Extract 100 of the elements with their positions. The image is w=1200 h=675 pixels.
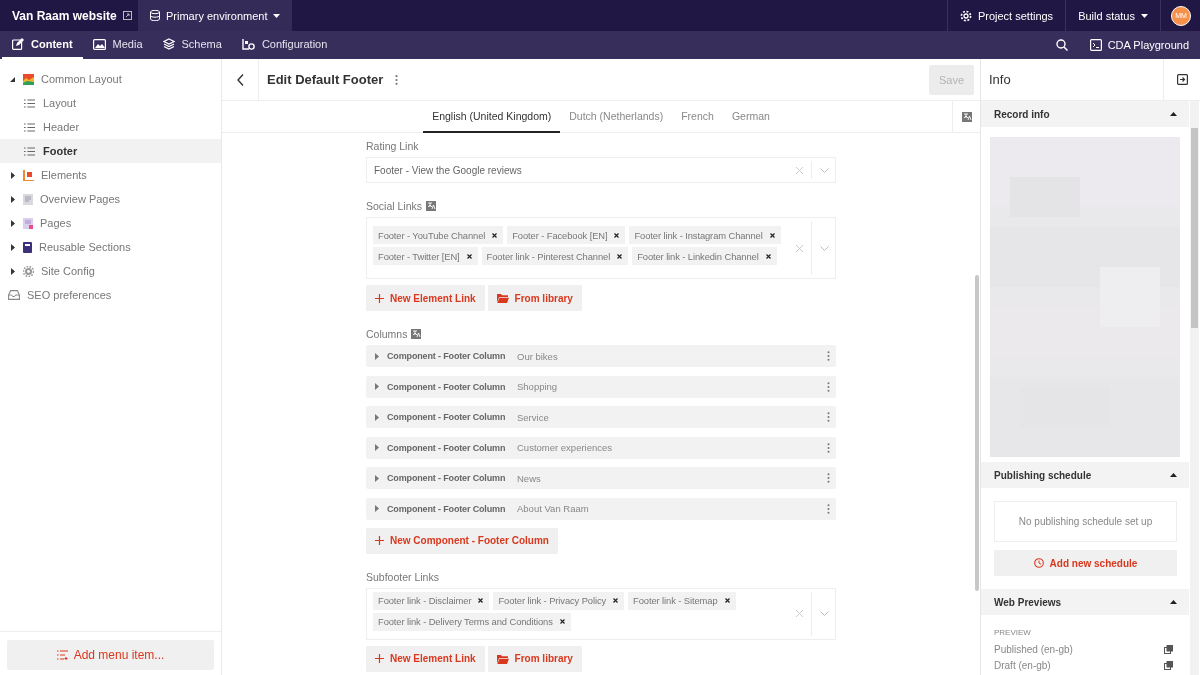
copy-button[interactable] <box>1164 660 1173 670</box>
block-row[interactable]: Component - Footer Column About Van Raam <box>366 497 836 520</box>
nav-tab[interactable]: Media <box>82 31 153 59</box>
remove-tag-button[interactable] <box>465 253 473 259</box>
new-link-button[interactable]: New Element Link <box>366 285 485 311</box>
caret-down-icon <box>273 13 281 18</box>
remove-tag-button[interactable] <box>558 619 566 624</box>
tree-item[interactable]: Overview Pages <box>0 187 221 211</box>
remove-tag-button[interactable] <box>764 253 772 259</box>
remove-tag-button[interactable] <box>613 232 621 238</box>
tag-label: Footer - Twitter [EN] <box>378 250 460 262</box>
remove-tag-button[interactable] <box>723 598 731 603</box>
more-button[interactable] <box>827 473 830 483</box>
preview-link[interactable]: Draft (en-gb) <box>994 659 1051 671</box>
library-button[interactable]: From library <box>487 645 582 672</box>
add-menu-item-button[interactable]: Add menu item... <box>7 640 214 670</box>
settings-icon <box>959 9 972 22</box>
copy-button[interactable] <box>1164 644 1173 654</box>
chevron-down-icon <box>820 245 829 251</box>
link-select-field[interactable]: Footer - View the Google reviews <box>366 157 836 183</box>
block-row[interactable]: Component - Footer Column Customer experiences <box>366 436 836 459</box>
tree-item[interactable]: Footer <box>0 139 221 163</box>
layout-icon <box>23 73 34 85</box>
list-icon <box>24 122 35 132</box>
tag-label: Footer link - Delivery Terms and Conditions <box>378 616 553 627</box>
block-title: Our bikes <box>517 350 559 362</box>
clear-icon <box>796 166 803 174</box>
remove-icon <box>466 253 472 259</box>
block-row[interactable]: Component - Footer Column Shopping <box>366 375 836 398</box>
section-header[interactable]: Web Previews <box>981 589 1189 615</box>
links-field[interactable]: Footer - YouTube Channel Footer - Facebook [EN] Footer link - Instagram Channel Footer - Twitter [EN] Footer link - Pinterest Channel Footer link - Linkedin Channel <box>366 217 836 279</box>
more-button[interactable] <box>827 351 830 361</box>
tag-label: Footer link - Sitemap <box>633 595 718 606</box>
remove-tag-button[interactable] <box>612 598 620 603</box>
tree-item[interactable]: Reusable Sections <box>0 235 221 259</box>
environment-selector[interactable]: Primary environment <box>138 0 293 31</box>
preview-link[interactable]: Published (en-gb) <box>994 643 1073 655</box>
add-schedule-button[interactable]: Add new schedule <box>994 550 1177 576</box>
nav-tab[interactable]: Content <box>2 31 83 59</box>
caret-up-icon <box>1170 112 1177 116</box>
search-icon <box>1055 39 1068 51</box>
caret-right-icon <box>375 352 379 360</box>
more-button[interactable] <box>827 381 830 392</box>
caret-up-icon <box>1170 600 1177 604</box>
remove-tag-button[interactable] <box>768 232 776 238</box>
remove-tag-button[interactable] <box>477 598 485 603</box>
nav-tab[interactable]: Schema <box>152 31 232 59</box>
more-button[interactable] <box>827 412 830 422</box>
block-type: Component - Footer Column <box>387 503 507 514</box>
document-icon <box>23 193 33 205</box>
tree-item[interactable]: Elements <box>0 163 221 187</box>
library-button[interactable]: From library <box>487 285 582 311</box>
tag-label: Footer link - Instagram Channel <box>634 229 763 241</box>
group-label: PREVIEW <box>994 628 1032 637</box>
plus-icon <box>375 654 384 663</box>
panel-title: Info <box>989 72 1012 87</box>
tree-item[interactable]: Common Layout <box>0 67 221 91</box>
new-block-button[interactable]: New Component - Footer Column <box>366 527 558 554</box>
caret-right-icon <box>10 171 15 179</box>
scrollbar[interactable] <box>1191 128 1198 328</box>
remove-tag-button[interactable] <box>616 253 624 259</box>
tree-item[interactable]: Header <box>0 115 221 139</box>
tree-item[interactable]: Layout <box>0 91 221 115</box>
more-icon <box>827 503 830 514</box>
block-type: Component - Footer Column <box>387 473 507 483</box>
section-header[interactable]: Record info <box>981 101 1189 127</box>
tree-item[interactable]: SEO preferences <box>0 283 221 307</box>
locale-tab[interactable]: German <box>722 101 779 133</box>
terminal-icon <box>1089 39 1102 51</box>
tree-item[interactable]: Pages <box>0 211 221 235</box>
image-icon <box>92 38 106 50</box>
nav-tab[interactable]: Configuration <box>231 31 338 59</box>
back-icon <box>236 73 244 86</box>
section-header[interactable]: Publishing schedule <box>981 462 1189 488</box>
remove-icon <box>492 232 498 238</box>
remove-icon <box>614 232 620 238</box>
more-icon <box>827 412 830 422</box>
external-link-icon <box>122 11 132 20</box>
remove-tag-button[interactable] <box>491 232 499 238</box>
database-icon <box>150 10 160 21</box>
more-button[interactable] <box>827 442 830 453</box>
locale-tab[interactable]: English (United Kingdom) <box>423 101 561 133</box>
caret-right-icon <box>375 474 379 482</box>
cda-playground-button[interactable]: CDA Playground <box>1078 31 1200 59</box>
tree-item[interactable]: Site Config <box>0 259 221 283</box>
collapse-icon <box>1176 74 1188 85</box>
new-link-button[interactable]: New Element Link <box>366 645 485 672</box>
block-row[interactable]: Component - Footer Column Our bikes <box>366 345 836 367</box>
element-icon <box>23 169 34 181</box>
locale-tab[interactable]: Dutch (Netherlands) <box>560 101 673 133</box>
block-row[interactable]: Component - Footer Column News <box>366 467 836 489</box>
more-icon <box>827 442 830 453</box>
more-button[interactable] <box>827 503 830 514</box>
links-field[interactable]: Footer link - Disclaimer Footer link - Privacy Policy Footer link - Sitemap Footer link - Delivery Terms and Conditions <box>366 587 836 640</box>
caret-right-icon <box>10 219 15 227</box>
chevron-down-icon <box>820 167 829 173</box>
block-row[interactable]: Component - Footer Column Service <box>366 406 836 428</box>
list-icon <box>24 146 35 156</box>
locale-tab[interactable]: French <box>672 101 723 133</box>
block-title: Customer experiences <box>517 442 614 453</box>
